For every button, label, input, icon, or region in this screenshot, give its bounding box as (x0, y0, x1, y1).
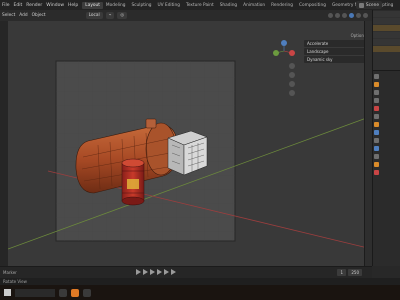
xray-icon[interactable] (335, 13, 340, 18)
tab-animation[interactable]: Animation (240, 2, 268, 9)
3d-viewport[interactable]: Options Accelerate Landscape Dynamic sky (8, 21, 372, 266)
jump-end-icon[interactable] (171, 269, 176, 275)
render-tab-icon[interactable] (374, 82, 379, 87)
tab-uv-editing[interactable]: UV Editing (155, 2, 183, 9)
outliner-row[interactable] (373, 25, 400, 31)
output-tab-icon[interactable] (374, 90, 379, 95)
material-shading-icon[interactable] (356, 13, 361, 18)
transform-orientation-dropdown[interactable]: Local (85, 12, 103, 19)
blender-window: File Edit Render Window Help Layout Mode… (0, 0, 400, 300)
material-tab-icon[interactable] (374, 170, 379, 175)
menu-edit[interactable]: Edit (12, 3, 25, 8)
menu-file[interactable]: File (0, 3, 12, 8)
properties-tabs (373, 71, 381, 178)
outliner-row[interactable] (373, 39, 400, 45)
wireframe-shading-icon[interactable] (342, 13, 347, 18)
tool-tab-icon[interactable] (374, 74, 379, 79)
tab-shading[interactable]: Shading (217, 2, 240, 9)
menu-window[interactable]: Window (44, 3, 66, 8)
viewport-menu-select[interactable]: Select (2, 13, 15, 18)
viewport-header: Select Add Object Local ⌁ ◎ (0, 10, 372, 21)
top-bar: File Edit Render Window Help Layout Mode… (0, 0, 400, 10)
start-frame-field[interactable]: 1 (337, 269, 346, 276)
tab-sculpting[interactable]: Sculpting (128, 2, 154, 9)
timeline-marker-label[interactable]: Marker (3, 270, 17, 275)
outliner-row[interactable] (373, 11, 400, 17)
outliner[interactable] (373, 11, 400, 71)
object-tab-icon[interactable] (374, 122, 379, 127)
particles-tab-icon[interactable] (374, 138, 379, 143)
os-taskbar (0, 285, 400, 300)
world-tab-icon[interactable] (374, 114, 379, 119)
prev-keyframe-icon[interactable] (143, 269, 148, 275)
fuel-can-object[interactable] (121, 158, 145, 206)
viewport-menus: Select Add Object (0, 13, 46, 18)
solid-shading-icon[interactable] (349, 13, 354, 18)
windows-start-icon[interactable] (4, 289, 11, 296)
viewport-menu-object[interactable]: Object (32, 13, 46, 18)
options-dropdown[interactable]: Options (304, 33, 366, 38)
transform-controls: Local ⌁ ◎ (85, 12, 128, 19)
list-item[interactable]: Dynamic sky (304, 56, 366, 63)
menu-render[interactable]: Render (24, 3, 44, 8)
modifier-tab-icon[interactable] (374, 130, 379, 135)
main-menu: File Edit Render Window Help (0, 3, 80, 8)
scene-tab-icon[interactable] (374, 106, 379, 111)
taskbar-search[interactable] (15, 288, 55, 297)
scene-label: Scene (365, 2, 379, 8)
outliner-row[interactable] (373, 32, 400, 38)
scene-selector[interactable]: Scene (355, 1, 382, 9)
proportional-edit-icon[interactable]: ◎ (117, 12, 128, 19)
tab-layout[interactable]: Layout (82, 1, 103, 9)
physics-tab-icon[interactable] (374, 146, 379, 151)
tab-rendering[interactable]: Rendering (268, 2, 296, 9)
playback-controls (136, 269, 176, 275)
crate-object[interactable] (167, 130, 208, 176)
taskbar-app-icon[interactable] (83, 288, 91, 297)
timeline[interactable]: Marker 1 250 (0, 266, 372, 278)
tab-texture-paint[interactable]: Texture Paint (183, 2, 217, 9)
scene-icon (358, 2, 364, 8)
tab-compositing[interactable]: Compositing (296, 2, 329, 9)
jump-start-icon[interactable] (136, 269, 141, 275)
properties-editor (373, 71, 400, 178)
view-layer-tab-icon[interactable] (374, 98, 379, 103)
menu-help[interactable]: Help (66, 3, 80, 8)
tab-modeling[interactable]: Modeling (103, 2, 129, 9)
status-text: Rotate View (3, 279, 27, 284)
data-tab-icon[interactable] (374, 162, 379, 167)
snap-icon[interactable]: ⌁ (105, 12, 115, 19)
viewport-menu-add[interactable]: Add (19, 13, 27, 18)
taskbar-app-icon[interactable] (59, 288, 67, 297)
outliner-row[interactable] (373, 18, 400, 24)
blender-taskbar-icon[interactable] (71, 288, 79, 297)
constraints-tab-icon[interactable] (374, 154, 379, 159)
outliner-row[interactable] (373, 46, 400, 52)
play-icon[interactable] (157, 269, 162, 275)
overlay-icon[interactable] (328, 13, 333, 18)
status-bar: Rotate View (0, 278, 400, 285)
rendered-shading-icon[interactable] (363, 13, 368, 18)
right-panels (372, 10, 400, 266)
end-frame-field[interactable]: 250 (348, 269, 362, 276)
list-item[interactable]: Landscape (304, 48, 366, 55)
list-item[interactable]: Accelerate (304, 40, 366, 47)
sidebar-tabs[interactable] (364, 21, 372, 266)
tool-shelf (0, 21, 8, 266)
next-keyframe-icon[interactable] (164, 269, 169, 275)
overlay-list: Options Accelerate Landscape Dynamic sky (304, 33, 366, 64)
shading-controls (328, 13, 372, 18)
workspace-tabs: Layout Modeling Sculpting UV Editing Tex… (82, 1, 396, 9)
play-reverse-icon[interactable] (150, 269, 155, 275)
